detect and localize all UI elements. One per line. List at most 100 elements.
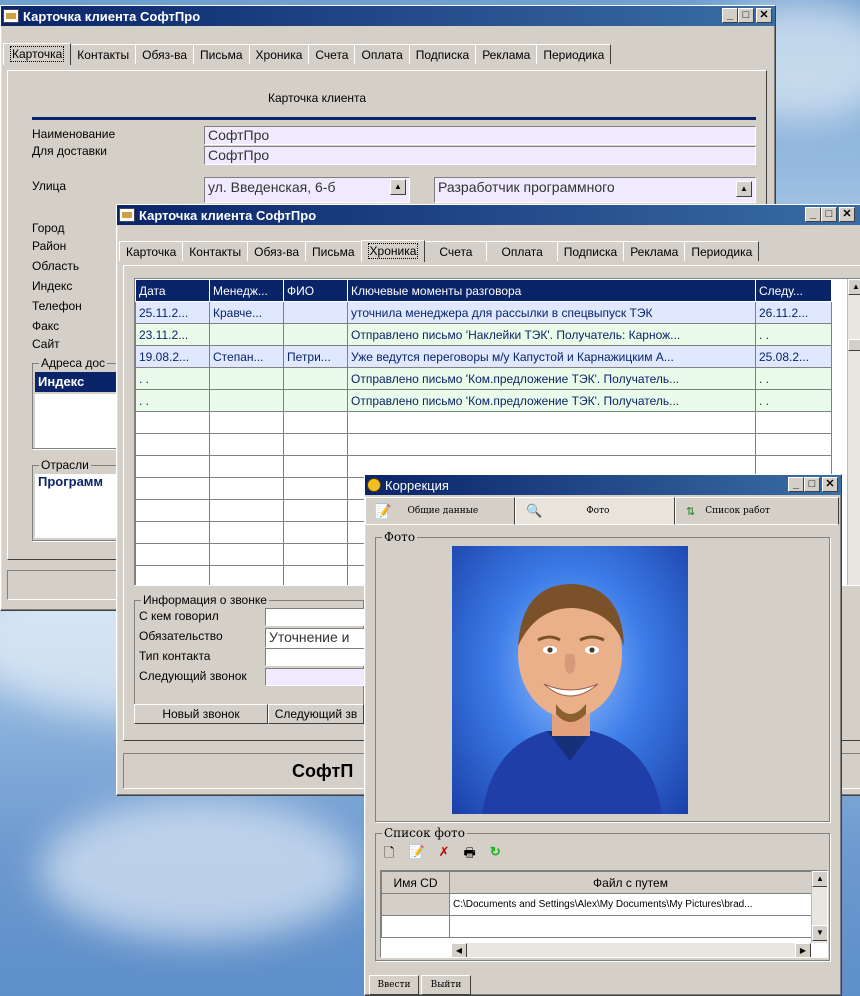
heading-divider [32, 117, 756, 120]
tab-letters[interactable]: Письма [305, 241, 362, 261]
table-row[interactable] [135, 411, 832, 434]
commitment-field[interactable]: Уточнение и [265, 628, 365, 648]
app-icon [367, 478, 381, 492]
contact-type-field[interactable] [265, 648, 365, 666]
scroll-down-icon[interactable]: ▼ [812, 925, 827, 941]
delivery-field[interactable]: СофтПро [204, 146, 756, 165]
minimize-button[interactable]: _ [788, 477, 804, 492]
tab-photo[interactable]: 🔍 Фото [515, 497, 675, 525]
correction-dialog: Коррекция _ □ ✕ 📝 Общие данные 🔍 Фото ⇅ … [364, 474, 842, 996]
industries-group-label: Отрасли [39, 458, 91, 472]
maximize-button[interactable]: □ [804, 477, 820, 492]
table-row[interactable]: C:\Documents and Settings\Alex\My Docume… [381, 893, 812, 916]
scroll-right-icon[interactable]: ▶ [795, 943, 811, 957]
vertical-scrollbar[interactable]: ▲ [847, 279, 860, 585]
spoke-with-field[interactable] [265, 608, 365, 626]
column-header[interactable]: Файл с путем [449, 871, 812, 894]
tab-contacts[interactable]: Контакты [182, 241, 249, 261]
next-call-button[interactable]: Следующий зв [268, 704, 364, 724]
refresh-icon[interactable]: ↻ [490, 844, 501, 866]
close-button[interactable]: ✕ [822, 477, 838, 492]
title-bar[interactable]: Коррекция _ □ ✕ [365, 475, 841, 495]
maximize-button[interactable]: □ [821, 207, 837, 222]
app-icon [119, 208, 135, 222]
table-row[interactable]: . . Отправлено письмо 'Ком.предложение ТЭ… [135, 389, 832, 412]
cell [283, 323, 348, 346]
maximize-button[interactable]: □ [738, 8, 754, 23]
table-row[interactable]: 23.11.2... Отправлено письмо 'Наклейки ТЭ… [135, 323, 832, 346]
addresses-group-label: Адреса дос [39, 356, 108, 370]
tab-payment[interactable]: Оплата [486, 241, 558, 261]
tab-card[interactable]: Карточка [3, 43, 72, 65]
next-call-field[interactable] [265, 668, 365, 686]
minimize-button[interactable]: _ [805, 207, 821, 222]
tab-invoices[interactable]: Счета [424, 241, 488, 261]
scroll-thumb[interactable] [848, 339, 860, 351]
scroll-up-icon[interactable]: ▲ [390, 179, 406, 195]
close-button[interactable]: ✕ [756, 8, 772, 23]
label-phone: Телефон [32, 299, 82, 313]
cell: уточнила менеджера для рассылки в спецвы… [347, 301, 756, 324]
tab-subscription[interactable]: Подписка [556, 241, 625, 261]
tab-obligations[interactable]: Обяз-ва [135, 44, 194, 64]
tab-periodicals[interactable]: Периодика [684, 241, 760, 261]
close-button[interactable]: ✕ [839, 207, 855, 222]
tab-invoices[interactable]: Счета [308, 44, 356, 64]
vertical-scrollbar[interactable]: ▲ ▼ [811, 871, 827, 943]
column-header[interactable]: Дата [135, 279, 210, 302]
column-header[interactable]: Имя CD [381, 871, 450, 894]
tab-advertising[interactable]: Реклама [623, 241, 686, 261]
tab-work-list[interactable]: ⇅ Список работ [675, 497, 839, 525]
scroll-up-icon[interactable]: ▲ [736, 181, 752, 197]
edit-icon[interactable]: 📝 [408, 844, 424, 866]
scroll-up-icon[interactable]: ▲ [848, 279, 860, 295]
tab-advertising[interactable]: Реклама [475, 44, 538, 64]
table-row[interactable]: 19.08.2... Степан... Петри... Уже ведутся п… [135, 345, 832, 368]
exit-button[interactable]: Выйти [421, 975, 471, 995]
tab-subscription[interactable]: Подписка [408, 44, 477, 64]
cell: Отправлено письмо 'Ком.предложение ТЭК'.… [347, 367, 756, 390]
industry-item[interactable]: Программ [38, 474, 103, 489]
title-bar[interactable]: Карточка клиента СофтПро _ □ ✕ [117, 205, 860, 225]
horizontal-scrollbar[interactable]: ◀ ▶ [451, 943, 811, 957]
tab-obligations[interactable]: Обяз-ва [247, 241, 306, 261]
minimize-button[interactable]: _ [722, 8, 738, 23]
tab-chronicle[interactable]: Хроника [360, 240, 426, 262]
tab-chronicle[interactable]: Хроника [248, 44, 310, 64]
name-field[interactable]: СофтПро [204, 126, 756, 145]
table-row[interactable]: . . Отправлено письмо 'Ком.предложение ТЭ… [135, 367, 832, 390]
window-title: Карточка клиента СофтПро [139, 207, 317, 223]
title-bar[interactable]: Карточка клиента СофтПро _ □ ✕ [1, 6, 775, 26]
enter-button[interactable]: Ввести [369, 975, 419, 995]
tab-bar: 📝 Общие данные 🔍 Фото ⇅ Список работ [365, 497, 841, 525]
tab-general-data[interactable]: 📝 Общие данные [365, 497, 515, 525]
tab-contacts[interactable]: Контакты [70, 44, 137, 64]
cell: 25.11.2... [135, 301, 210, 324]
cell [209, 389, 284, 412]
description-field[interactable]: Разработчик программного [434, 177, 756, 203]
column-header[interactable]: Следу... [755, 279, 832, 302]
edit-icon: 📝 [374, 502, 392, 519]
tab-letters[interactable]: Письма [193, 44, 250, 64]
photo-list-grid[interactable]: Имя CD Файл с путем C:\Documents and Set… [380, 870, 828, 958]
street-field[interactable]: ул. Введенская, 6-б [204, 177, 410, 203]
table-row[interactable]: 25.11.2... Кравче... уточнила менеджера дл… [135, 301, 832, 324]
label-site: Сайт [32, 337, 60, 351]
table-row[interactable] [135, 433, 832, 456]
cell [283, 301, 348, 324]
scroll-left-icon[interactable]: ◀ [451, 943, 467, 957]
tab-payment[interactable]: Оплата [354, 44, 410, 64]
delete-icon[interactable]: ✗ [439, 844, 450, 866]
new-call-button[interactable]: Новый звонок [134, 704, 268, 724]
cell: Петри... [283, 345, 348, 368]
print-icon[interactable]: 🖶 [464, 844, 476, 866]
column-header[interactable]: Менедж... [209, 279, 284, 302]
column-header[interactable]: Ключевые моменты разговора [347, 279, 756, 302]
table-row[interactable] [381, 915, 812, 938]
call-info-group: Информация о звонке С кем говорил Обязат… [134, 593, 365, 710]
column-header[interactable]: ФИО [283, 279, 348, 302]
new-file-icon[interactable]: 🗋 [384, 844, 394, 866]
tab-card[interactable]: Карточка [119, 241, 184, 261]
scroll-up-icon[interactable]: ▲ [812, 871, 827, 887]
tab-periodicals[interactable]: Периодика [536, 44, 612, 64]
